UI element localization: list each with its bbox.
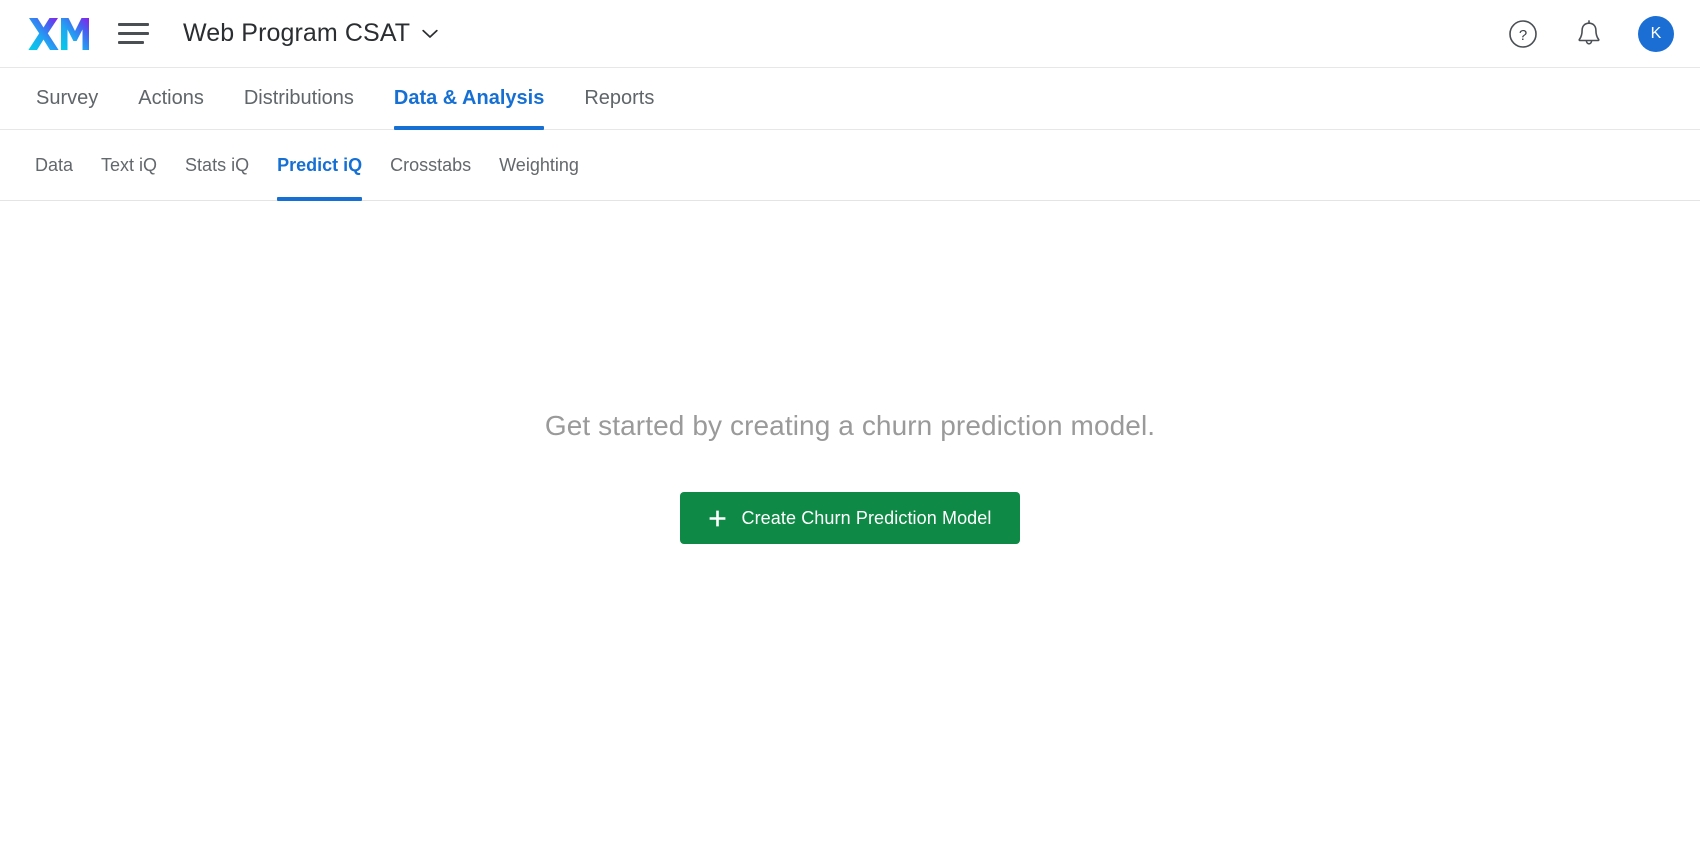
chevron-down-icon: [422, 29, 438, 39]
nav-tab-reports[interactable]: Reports: [564, 68, 674, 129]
avatar[interactable]: K: [1638, 16, 1674, 52]
nav-tab-survey[interactable]: Survey: [32, 68, 118, 129]
subnav-tab-predict-iq[interactable]: Predict iQ: [263, 130, 376, 200]
avatar-initial: K: [1651, 25, 1662, 43]
subnav-tab-text-iq[interactable]: Text iQ: [87, 130, 171, 200]
create-churn-prediction-model-button[interactable]: Create Churn Prediction Model: [680, 492, 1019, 544]
bell-icon[interactable]: [1572, 17, 1606, 51]
help-circle-icon[interactable]: ?: [1506, 17, 1540, 51]
xm-logo[interactable]: [28, 16, 90, 52]
svg-text:?: ?: [1519, 27, 1527, 44]
subnav-tab-data[interactable]: Data: [32, 130, 87, 200]
hamburger-line-2: [118, 32, 149, 35]
secondary-navigation: Data Text iQ Stats iQ Predict iQ Crossta…: [0, 130, 1700, 201]
nav-tab-distributions[interactable]: Distributions: [224, 68, 374, 129]
hamburger-menu-icon[interactable]: [118, 17, 150, 51]
primary-navigation: Survey Actions Distributions Data & Anal…: [0, 68, 1700, 130]
project-selector[interactable]: Web Program CSAT: [183, 19, 438, 48]
subnav-tab-stats-iq[interactable]: Stats iQ: [171, 130, 263, 200]
hamburger-line-3: [118, 41, 144, 44]
create-button-label: Create Churn Prediction Model: [741, 508, 991, 529]
app-header: Web Program CSAT ? K: [0, 0, 1700, 68]
subnav-tab-weighting[interactable]: Weighting: [485, 130, 593, 200]
nav-tab-data-and-analysis[interactable]: Data & Analysis: [374, 68, 564, 129]
main-content: Get started by creating a churn predicti…: [0, 201, 1700, 842]
empty-state-headline: Get started by creating a churn predicti…: [545, 410, 1155, 442]
hamburger-line-1: [118, 23, 149, 26]
header-actions: ? K: [1506, 16, 1674, 52]
plus-icon: [708, 509, 727, 528]
subnav-tab-crosstabs[interactable]: Crosstabs: [376, 130, 485, 200]
nav-tab-actions[interactable]: Actions: [118, 68, 224, 129]
project-title: Web Program CSAT: [183, 19, 410, 48]
